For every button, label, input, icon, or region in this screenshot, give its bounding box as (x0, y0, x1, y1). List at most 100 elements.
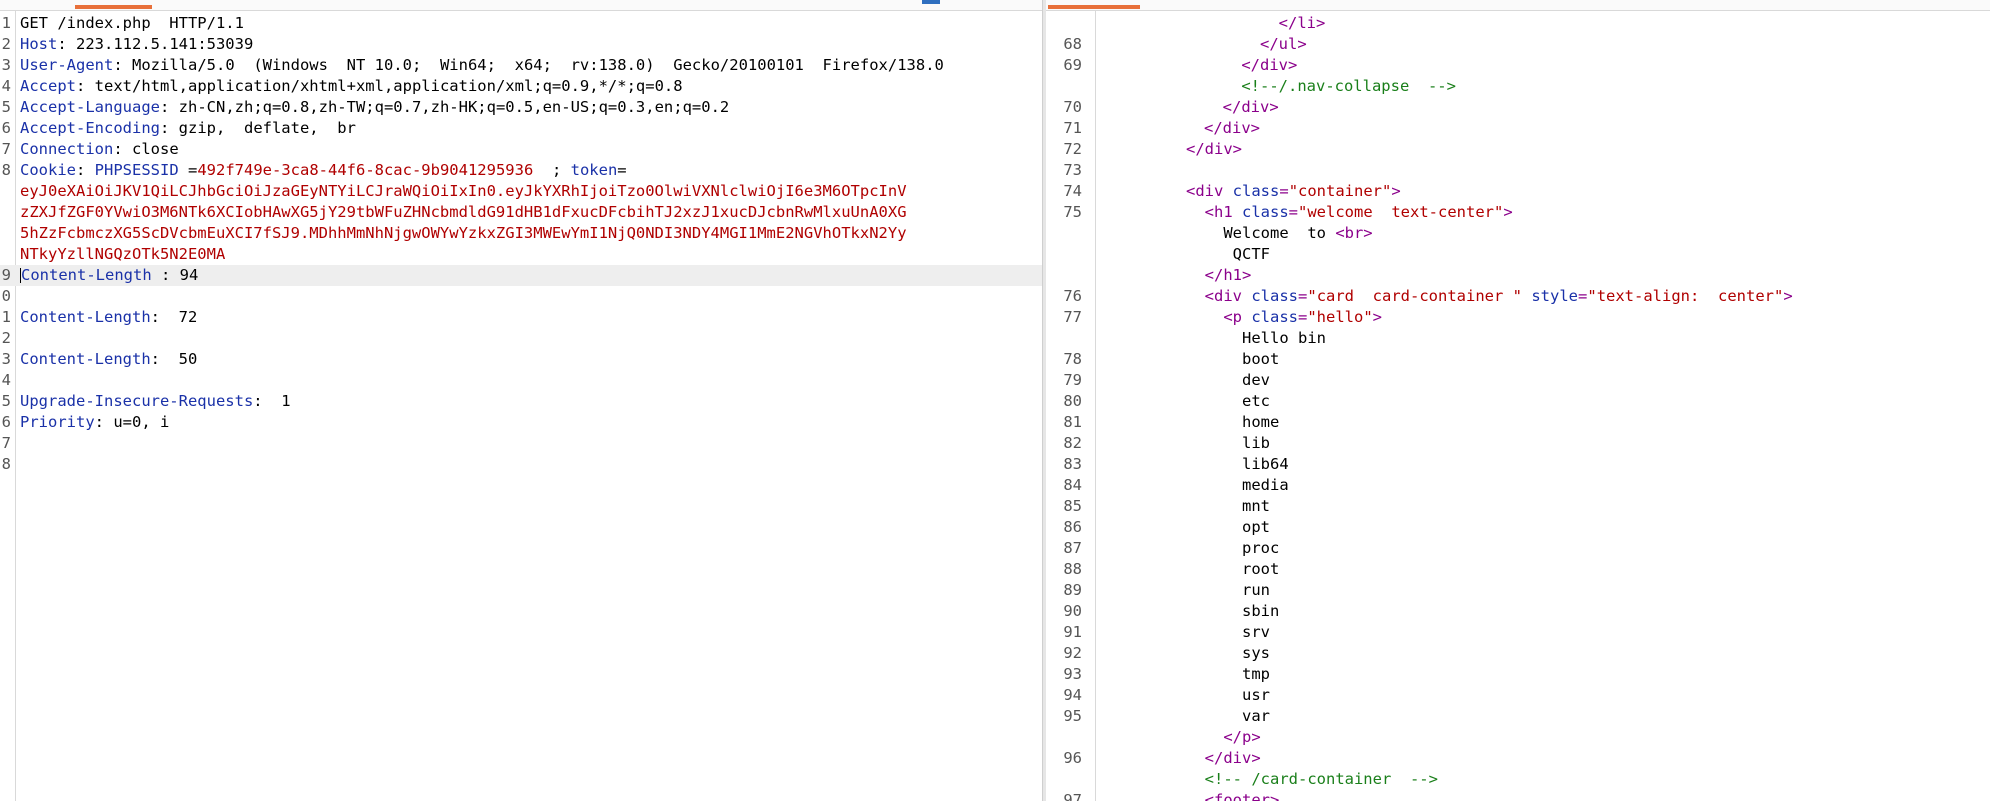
response-line[interactable]: QCTF (1046, 244, 1990, 265)
request-line[interactable]: 1 Content-Length: 72 (0, 307, 1042, 328)
request-line-text[interactable]: Content-Length : 94 (20, 265, 198, 286)
request-line[interactable]: 2 Host: 223.112.5.141:53039 (0, 34, 1042, 55)
response-line-text[interactable]: mnt (1186, 496, 1270, 517)
response-line-text[interactable]: <p class="hello"> (1186, 307, 1382, 328)
response-line-text[interactable]: home (1186, 412, 1279, 433)
response-line-text[interactable]: <div class="card card-container " style=… (1186, 286, 1793, 307)
request-line[interactable]: 3 Content-Length: 50 (0, 349, 1042, 370)
response-line[interactable]: 80 etc (1046, 391, 1990, 412)
request-line[interactable]: 1 GET /index.php HTTP/1.1 (0, 13, 1042, 34)
cookie-line[interactable]: 5hZzFcbmczXG5ScDVcbmEuXCI7fSJ9.MDhhMmNhN… (0, 223, 1042, 244)
response-line[interactable]: Welcome to <br> (1046, 223, 1990, 244)
response-line-text[interactable]: dev (1186, 370, 1270, 391)
response-line-text[interactable]: proc (1186, 538, 1279, 559)
request-line-text[interactable]: Host: 223.112.5.141:53039 (20, 34, 253, 55)
request-line-text[interactable]: GET /index.php HTTP/1.1 (20, 13, 244, 34)
response-line-text[interactable]: <div class="container"> (1186, 181, 1401, 202)
response-line-text[interactable]: </li> (1204, 13, 1326, 34)
request-line-text[interactable]: Priority: u=0, i (20, 412, 169, 433)
response-line[interactable]: 84 media (1046, 475, 1990, 496)
response-line[interactable]: 89 run (1046, 580, 1990, 601)
request-line-text[interactable]: Upgrade-Insecure-Requests: 1 (20, 391, 291, 412)
cookie-line[interactable]: eyJ0eXAiOiJKV1QiLCJhbGciOiJzaGEyNTYiLCJr… (0, 181, 1042, 202)
response-line[interactable]: 81 home (1046, 412, 1990, 433)
response-line-text[interactable]: </div> (1204, 118, 1260, 139)
request-editor[interactable]: 1 GET /index.php HTTP/1.1 2 Host: 223.112.5… (0, 13, 1042, 475)
response-line[interactable]: </h1> (1046, 265, 1990, 286)
request-line-text[interactable]: Accept: text/html,application/xhtml+xml,… (20, 76, 683, 97)
request-pane[interactable]: 1 GET /index.php HTTP/1.1 2 Host: 223.112.5… (0, 0, 1042, 801)
request-line[interactable]: 7 (0, 433, 1042, 454)
response-line[interactable]: </p> (1046, 727, 1990, 748)
request-line-text[interactable]: Cookie: PHPSESSID =492f749e-3ca8-44f6-8c… (20, 160, 627, 181)
response-line-text[interactable]: </div> (1186, 748, 1261, 769)
response-editor[interactable]: </li> 68 </ul> 69 </div> <!--/.nav-collaps… (1046, 13, 1990, 801)
response-line-text[interactable]: run (1186, 580, 1270, 601)
response-line[interactable]: 68 </ul> (1046, 34, 1990, 55)
response-line[interactable]: 75 <h1 class="welcome text-center"> (1046, 202, 1990, 223)
request-line[interactable]: 9 Content-Length : 94 (0, 265, 1042, 286)
request-line-text[interactable]: eyJ0eXAiOiJKV1QiLCJhbGciOiJzaGEyNTYiLCJr… (20, 181, 907, 202)
response-line[interactable]: 79 dev (1046, 370, 1990, 391)
response-line[interactable]: 96 </div> (1046, 748, 1990, 769)
request-line-text[interactable]: Accept-Language: zh-CN,zh;q=0.8,zh-TW;q=… (20, 97, 729, 118)
response-line[interactable]: <!--/.nav-collapse --> (1046, 76, 1990, 97)
response-line-text[interactable]: srv (1186, 622, 1270, 643)
response-line-text[interactable]: usr (1186, 685, 1270, 706)
response-line[interactable]: 93 tmp (1046, 664, 1990, 685)
request-line-text[interactable]: 5hZzFcbmczXG5ScDVcbmEuXCI7fSJ9.MDhhMmNhN… (20, 223, 907, 244)
response-line-text[interactable]: <footer> (1186, 790, 1280, 801)
response-line[interactable]: <!-- /card-container --> (1046, 769, 1990, 790)
response-line-text[interactable]: opt (1186, 517, 1270, 538)
request-line-text[interactable]: Content-Length: 50 (20, 349, 197, 370)
response-line[interactable]: 85 mnt (1046, 496, 1990, 517)
response-line-text[interactable]: tmp (1186, 664, 1270, 685)
request-line[interactable]: 3 User-Agent: Mozilla/5.0 (Windows NT 10.… (0, 55, 1042, 76)
cookie-line[interactable]: 8 Cookie: PHPSESSID =492f749e-3ca8-44f6-8… (0, 160, 1042, 181)
response-line-text[interactable]: lib (1186, 433, 1270, 454)
response-line-text[interactable]: boot (1186, 349, 1279, 370)
response-line-text[interactable]: </h1> (1186, 265, 1252, 286)
response-line-text[interactable]: </div> (1204, 97, 1279, 118)
response-line[interactable]: 71 </div> (1046, 118, 1990, 139)
response-line-text[interactable]: Hello bin (1186, 328, 1326, 349)
response-line-text[interactable]: QCTF (1186, 244, 1270, 265)
request-line[interactable]: 6 Accept-Encoding: gzip, deflate, br (0, 118, 1042, 139)
response-line-text[interactable]: media (1186, 475, 1289, 496)
response-line[interactable]: 97 <footer> (1046, 790, 1990, 801)
request-tab-blue-indicator[interactable] (922, 0, 940, 4)
response-line[interactable]: 92 sys (1046, 643, 1990, 664)
response-line-text[interactable]: </p> (1186, 727, 1260, 748)
response-line-text[interactable]: <h1 class="welcome text-center"> (1186, 202, 1513, 223)
request-line[interactable]: 5 Upgrade-Insecure-Requests: 1 (0, 391, 1042, 412)
response-line[interactable]: 72 </div> (1046, 139, 1990, 160)
response-line-text[interactable]: </ul> (1204, 34, 1307, 55)
cookie-line[interactable]: NTkyYzllNGQzOTk5N2E0MA (0, 244, 1042, 265)
response-line-text[interactable]: var (1186, 706, 1270, 727)
response-line[interactable]: Hello bin (1046, 328, 1990, 349)
response-line[interactable]: 82 lib (1046, 433, 1990, 454)
response-line[interactable]: 77 <p class="hello"> (1046, 307, 1990, 328)
request-tab-active-indicator[interactable] (75, 5, 152, 9)
response-line[interactable]: 91 srv (1046, 622, 1990, 643)
response-line[interactable]: 70 </div> (1046, 97, 1990, 118)
response-line-text[interactable]: root (1186, 559, 1279, 580)
request-line[interactable]: 4 (0, 370, 1042, 391)
response-line[interactable]: 69 </div> (1046, 55, 1990, 76)
response-line[interactable]: </li> (1046, 13, 1990, 34)
response-pane[interactable]: </li> 68 </ul> 69 </div> <!--/.nav-collaps… (1046, 0, 1990, 801)
request-line[interactable]: 5 Accept-Language: zh-CN,zh;q=0.8,zh-TW;q… (0, 97, 1042, 118)
response-tab-active-indicator[interactable] (1048, 5, 1140, 9)
response-line[interactable]: 76 <div class="card card-container " sty… (1046, 286, 1990, 307)
response-line[interactable]: 95 var (1046, 706, 1990, 727)
response-line-text[interactable]: </div> (1204, 55, 1297, 76)
request-line-text[interactable]: Connection: close (20, 139, 179, 160)
request-line[interactable]: 2 (0, 328, 1042, 349)
response-line[interactable]: 83 lib64 (1046, 454, 1990, 475)
response-line-text[interactable]: lib64 (1186, 454, 1289, 475)
cookie-line[interactable]: zZXJfZGF0YVwiO3M6NTk6XCIobHAwXG5jY29tbWF… (0, 202, 1042, 223)
request-line-text[interactable]: NTkyYzllNGQzOTk5N2E0MA (20, 244, 225, 265)
request-line-text[interactable]: Content-Length: 72 (20, 307, 197, 328)
response-line[interactable]: 94 usr (1046, 685, 1990, 706)
response-line[interactable]: 74 <div class="container"> (1046, 181, 1990, 202)
